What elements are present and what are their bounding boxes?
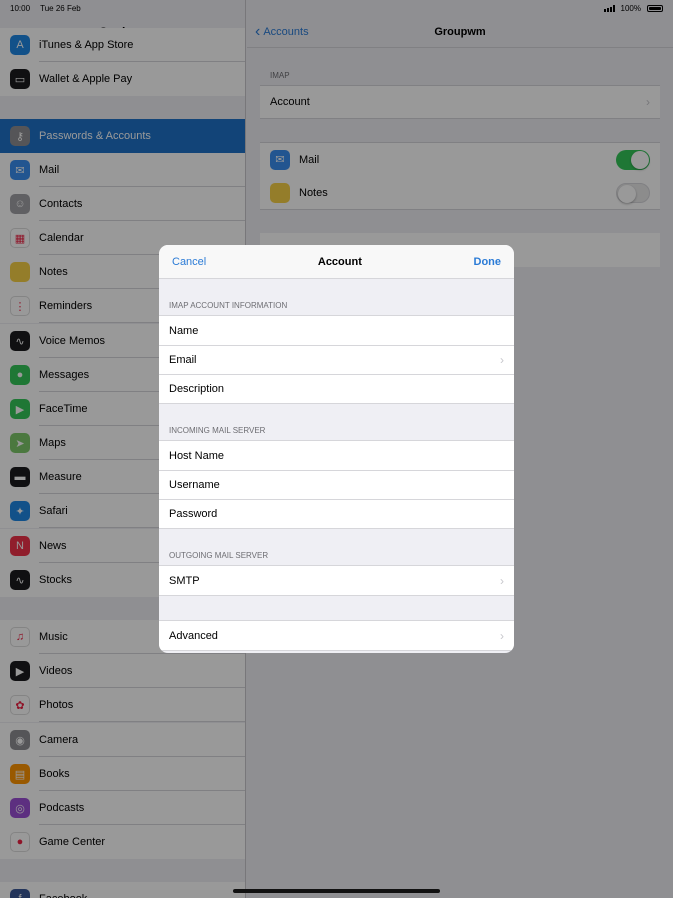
modal-group: Host Name Username Password	[159, 440, 514, 529]
modal-title: Account	[317, 255, 362, 268]
chevron-right-icon: ›	[500, 573, 504, 588]
row-label: Advanced	[169, 629, 218, 642]
row-label: Email	[169, 353, 197, 366]
modal-section-header: OUTGOING MAIL SERVER	[169, 551, 269, 560]
advanced-row[interactable]: Advanced ›	[159, 621, 514, 650]
done-button[interactable]: Done	[474, 256, 502, 268]
password-row[interactable]: Password	[159, 499, 514, 528]
home-indicator[interactable]	[233, 889, 440, 893]
modal-section-header: INCOMING MAIL SERVER	[169, 426, 266, 435]
chevron-right-icon: ›	[500, 352, 504, 367]
account-modal: Cancel Account Done IMAP ACCOUNT INFORMA…	[159, 245, 514, 653]
modal-group: Name Email › Description	[159, 315, 514, 404]
row-label: Description	[169, 382, 225, 395]
username-row[interactable]: Username	[159, 470, 514, 499]
modal-section-header	[159, 596, 514, 620]
email-row[interactable]: Email ›	[159, 345, 514, 374]
modal-header: Cancel Account Done	[159, 245, 514, 279]
modal-group: SMTP ›	[159, 565, 514, 596]
description-row[interactable]: Description	[159, 374, 514, 403]
name-row[interactable]: Name	[159, 316, 514, 345]
row-label: Username	[169, 478, 220, 491]
row-label: SMTP	[169, 574, 200, 587]
chevron-right-icon: ›	[500, 628, 504, 643]
cancel-button[interactable]: Cancel	[172, 256, 206, 268]
smtp-row[interactable]: SMTP ›	[159, 566, 514, 595]
modal-section-header: IMAP ACCOUNT INFORMATION	[169, 301, 288, 310]
row-label: Name	[169, 324, 199, 337]
row-label: Password	[169, 507, 218, 520]
host-name-row[interactable]: Host Name	[159, 441, 514, 470]
row-label: Host Name	[169, 449, 225, 462]
modal-group: Advanced ›	[159, 620, 514, 651]
